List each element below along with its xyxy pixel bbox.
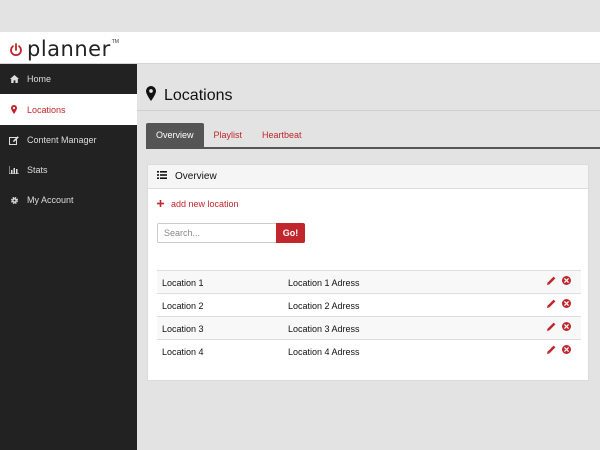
- title-divider: [137, 110, 600, 111]
- location-address: Location 1 Adress: [288, 278, 360, 288]
- home-icon: [8, 75, 20, 83]
- top-gray-strip: [0, 0, 600, 32]
- pencil-icon[interactable]: [547, 276, 556, 287]
- page-title-text: Locations: [164, 87, 233, 104]
- search-go-button[interactable]: Go!: [276, 223, 305, 243]
- gear-icon: [8, 196, 20, 205]
- sidebar-item-my-account[interactable]: My Account: [0, 185, 137, 215]
- table-row[interactable]: Location 3 Location 3 Adress: [157, 317, 581, 340]
- list-icon: [157, 171, 167, 182]
- sidebar-item-content-manager[interactable]: Content Manager: [0, 125, 137, 155]
- app-header: planner TM: [0, 32, 600, 64]
- panel-heading: Overview: [148, 165, 588, 189]
- main-content: Locations Overview Playlist Heartbeat Ov…: [137, 64, 600, 450]
- location-name: Location 2: [162, 301, 204, 311]
- sidebar-item-stats[interactable]: Stats: [0, 155, 137, 185]
- plus-icon: [157, 199, 164, 209]
- sidebar-item-home[interactable]: Home: [0, 64, 137, 94]
- pencil-icon[interactable]: [547, 345, 556, 356]
- sidebar-item-locations[interactable]: Locations: [0, 94, 137, 125]
- sidebar-item-label: Content Manager: [27, 135, 97, 145]
- tabs-divider: [146, 147, 600, 149]
- search-input[interactable]: [157, 223, 276, 243]
- panel-heading-text: Overview: [175, 171, 217, 182]
- logo-trademark: TM: [111, 39, 119, 45]
- overview-panel: Overview add new location Go! Location 1…: [147, 164, 589, 381]
- tab-heartbeat[interactable]: Heartbeat: [252, 123, 312, 147]
- table-row[interactable]: Location 2 Location 2 Adress: [157, 294, 581, 317]
- table-row[interactable]: Location 4 Location 4 Adress: [157, 340, 581, 363]
- map-marker-icon: [8, 105, 20, 114]
- tab-playlist[interactable]: Playlist: [204, 123, 253, 147]
- sidebar: Home Locations Content Manager Stats My …: [0, 64, 137, 450]
- delete-circle-icon[interactable]: [562, 276, 571, 287]
- tab-bar: Overview Playlist Heartbeat: [146, 123, 312, 147]
- location-name: Location 1: [162, 278, 204, 288]
- sidebar-item-label: Stats: [27, 165, 48, 175]
- sidebar-item-label: Home: [27, 74, 52, 84]
- pencil-icon[interactable]: [547, 322, 556, 333]
- page-title: Locations: [146, 86, 233, 106]
- pencil-icon[interactable]: [547, 299, 556, 310]
- table-row[interactable]: Location 1 Location 1 Adress: [157, 271, 581, 294]
- logo-text: planner: [27, 37, 111, 61]
- add-location-label: add new location: [171, 199, 239, 209]
- app-logo[interactable]: planner TM: [9, 37, 119, 61]
- map-marker-icon: [146, 86, 156, 106]
- delete-circle-icon[interactable]: [562, 299, 571, 310]
- sidebar-item-label: Locations: [27, 104, 66, 115]
- add-location-link[interactable]: add new location: [157, 199, 239, 209]
- search-group: Go!: [157, 223, 305, 243]
- delete-circle-icon[interactable]: [562, 322, 571, 333]
- location-address: Location 3 Adress: [288, 324, 360, 334]
- delete-circle-icon[interactable]: [562, 345, 571, 356]
- sidebar-item-label: My Account: [27, 195, 74, 205]
- location-name: Location 3: [162, 324, 204, 334]
- power-icon: [10, 43, 22, 57]
- location-address: Location 2 Adress: [288, 301, 360, 311]
- locations-table: Location 1 Location 1 Adress Location 2 …: [157, 270, 581, 363]
- tab-overview[interactable]: Overview: [146, 123, 204, 147]
- bar-chart-icon: [8, 166, 20, 174]
- location-address: Location 4 Adress: [288, 347, 360, 357]
- location-name: Location 4: [162, 347, 204, 357]
- edit-icon: [8, 135, 20, 145]
